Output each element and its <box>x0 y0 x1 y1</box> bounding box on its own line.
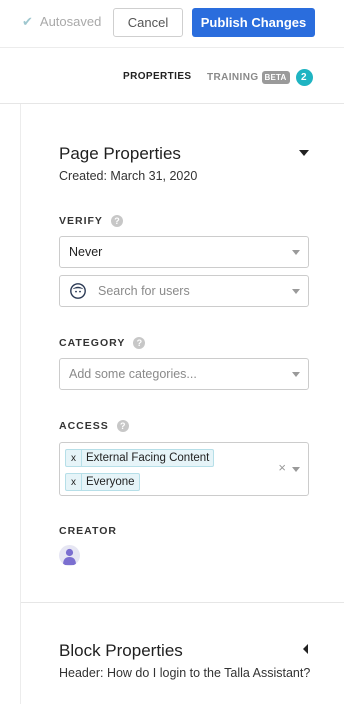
access-tag-label: External Facing Content <box>86 452 210 464</box>
help-icon[interactable]: ? <box>133 337 146 349</box>
access-tag-label: Everyone <box>86 476 135 488</box>
tab-properties[interactable]: PROPERTIES <box>123 71 191 82</box>
verify-label: VERIFY ? <box>59 215 123 227</box>
category-label: CATEGORY ? <box>59 337 146 349</box>
chevron-down-icon <box>292 289 300 294</box>
properties-panel: Page Properties Created: March 31, 2020 … <box>20 104 344 704</box>
publish-changes-button[interactable]: Publish Changes <box>192 8 315 37</box>
block-properties-title: Block Properties <box>59 641 183 660</box>
access-label-text: ACCESS <box>59 420 109 432</box>
user-search-placeholder: Search for users <box>98 284 190 298</box>
verify-label-text: VERIFY <box>59 215 103 227</box>
category-placeholder: Add some categories... <box>69 367 197 381</box>
chevron-down-icon <box>292 250 300 255</box>
check-icon: ✔ <box>22 14 33 29</box>
tab-training[interactable]: TRAINING BETA 2 <box>207 69 313 86</box>
access-tag: x External Facing Content <box>65 449 215 467</box>
autosaved-status: ✔ Autosaved <box>22 14 101 29</box>
access-label: ACCESS ? <box>59 420 129 432</box>
user-icon <box>70 283 86 299</box>
help-icon[interactable]: ? <box>110 215 123 227</box>
autosaved-label: Autosaved <box>39 14 102 29</box>
category-select[interactable]: Add some categories... <box>59 358 309 390</box>
chevron-down-icon[interactable] <box>292 467 300 472</box>
help-icon[interactable]: ? <box>116 420 129 432</box>
creator-label: CREATOR <box>59 525 117 537</box>
category-label-text: CATEGORY <box>59 337 126 349</box>
page-properties-title: Page Properties <box>59 144 181 163</box>
chevron-down-icon <box>292 372 300 377</box>
page-created-date: Created: March 31, 2020 <box>59 169 198 183</box>
tab-training-label: TRAINING <box>207 72 259 83</box>
avatar-icon <box>63 548 76 565</box>
section-divider <box>21 602 344 603</box>
top-bar: ✔ Autosaved Cancel Publish Changes <box>0 0 344 48</box>
block-header-subtitle: Header: How do I login to the Talla Assi… <box>59 666 311 680</box>
avatar[interactable] <box>59 545 80 566</box>
expand-block-properties-icon[interactable] <box>303 644 308 654</box>
access-multiselect[interactable]: x External Facing Content x Everyone × <box>59 442 309 496</box>
remove-tag-button[interactable]: x <box>66 474 82 490</box>
remove-tag-button[interactable]: x <box>66 450 82 466</box>
beta-badge: BETA <box>261 71 290 84</box>
panel-tabs: PROPERTIES TRAINING BETA 2 <box>0 48 344 104</box>
clear-all-icon[interactable]: × <box>278 460 286 475</box>
training-count-badge: 2 <box>295 69 313 86</box>
verify-selected-value: Never <box>69 245 103 259</box>
access-tag: x Everyone <box>65 473 140 491</box>
collapse-page-properties-icon[interactable] <box>299 150 309 156</box>
cancel-button[interactable]: Cancel <box>113 8 183 37</box>
verify-user-search[interactable]: Search for users <box>59 275 309 307</box>
verify-select[interactable]: Never <box>59 236 309 268</box>
